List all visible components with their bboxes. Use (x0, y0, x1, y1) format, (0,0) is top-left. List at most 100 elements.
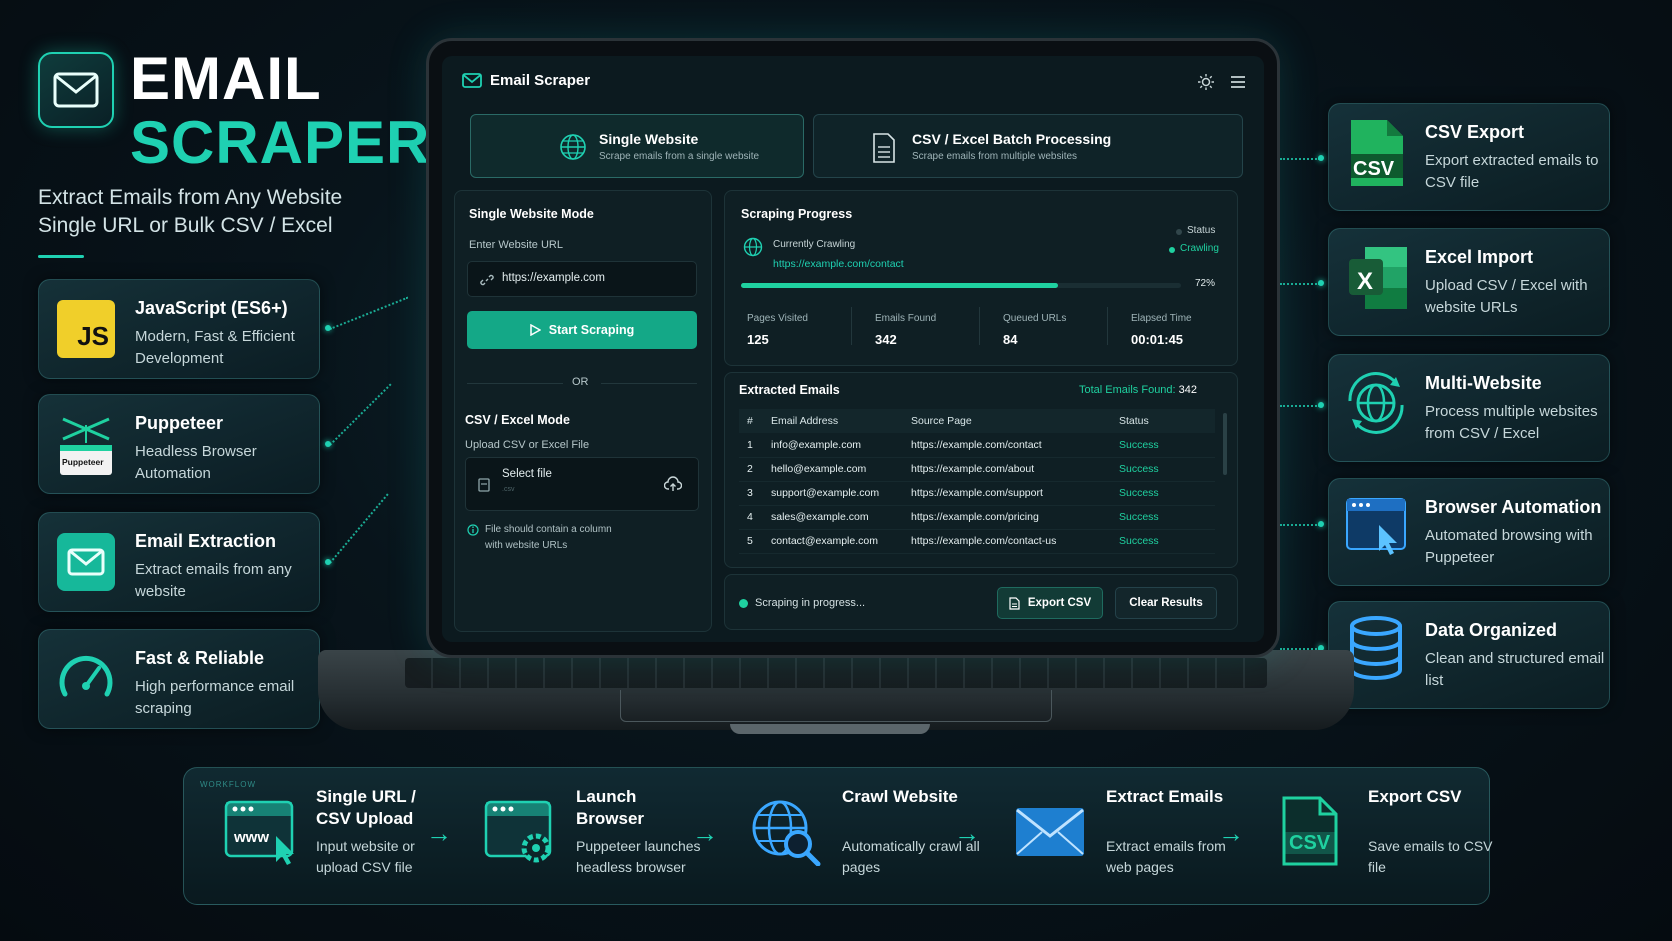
brand-title-line1: EMAIL (130, 45, 322, 112)
feature-desc: Export extracted emails to CSV file (1425, 152, 1599, 191)
connector-line (1280, 524, 1320, 526)
feature-desc: Modern, Fast & Efficient Development (135, 328, 295, 367)
browser-www-icon: www (224, 796, 298, 866)
input-panel: Single Website Mode Enter Website URL ht… (454, 190, 712, 632)
laptop-trackpad (620, 690, 1052, 722)
connector-line (1280, 283, 1320, 285)
status-value: Crawling (1180, 243, 1219, 254)
row-index: 2 (739, 457, 771, 482)
connector-line (1280, 405, 1320, 407)
js-icon: JS (57, 300, 115, 358)
accent-divider (38, 255, 84, 258)
arrow-right-icon: → (426, 818, 452, 848)
extracted-emails-panel: Extracted Emails Total Emails Found: 342… (724, 372, 1238, 568)
row-status: Success (1119, 505, 1215, 530)
app-logo (38, 52, 114, 128)
stat-label: Queued URLs (1003, 313, 1067, 324)
tab-title: CSV / Excel Batch Processing (912, 131, 1112, 147)
column-header: Status (1119, 409, 1215, 433)
workflow-step-upload: www Single URL / CSV Upload Input websit… (224, 786, 444, 886)
or-separator: OR (572, 376, 589, 388)
workflow-watermark: WORKFLOW (200, 780, 256, 789)
feature-card-multi-website: Multi-Website Process multiple websites … (1328, 354, 1610, 462)
file-upload-dropzone[interactable]: Select file .csv (465, 457, 699, 511)
row-status: Success (1119, 433, 1215, 458)
browser-gear-icon (484, 796, 558, 866)
column-header: # (739, 409, 771, 433)
sun-icon[interactable] (1198, 74, 1214, 90)
js-badge-text: JS (77, 321, 109, 351)
url-input[interactable]: https://example.com (467, 261, 697, 297)
table-row[interactable]: 5 contact@example.com https://example.co… (739, 529, 1215, 554)
workflow-step-title: Launch Browser (576, 787, 645, 828)
csv-file-icon: CSV (1347, 120, 1405, 186)
row-status: Success (1119, 481, 1215, 506)
feature-title: Data Organized (1425, 620, 1558, 640)
status-dot-active (1169, 247, 1175, 253)
status-dot-idle (1176, 229, 1182, 235)
database-icon (1347, 616, 1405, 680)
feature-title: Email Extraction (135, 531, 277, 551)
table-row[interactable]: 3 support@example.com https://example.co… (739, 481, 1215, 506)
feature-card-browser-automation: Browser Automation Automated browsing wi… (1328, 478, 1610, 586)
url-input-value: https://example.com (502, 272, 605, 284)
file-type-hint: .csv (502, 486, 515, 493)
tab-single-website[interactable]: Single Website Scrape emails from a sing… (470, 114, 804, 178)
stat-divider (851, 307, 852, 345)
app-title: Email Scraper (490, 72, 591, 89)
row-email: contact@example.com (771, 529, 911, 554)
browser-cursor-icon (1346, 498, 1406, 557)
stat-value: 125 (747, 332, 769, 347)
tab-subtitle: Scrape emails from multiple websites (912, 151, 1078, 162)
feature-card-csv-export: CSV CSV Export Export extracted emails t… (1328, 103, 1610, 211)
connector-dot (1318, 521, 1324, 527)
stat-elapsed-time: Elapsed Time 00:01:45 (1131, 313, 1192, 347)
puppeteer-badge-text: Puppeteer (62, 457, 104, 467)
file-icon (478, 478, 490, 492)
table-row[interactable]: 4 sales@example.com https://example.com/… (739, 505, 1215, 530)
tagline-line1: Extract Emails from Any Website (38, 186, 343, 209)
extracted-heading: Extracted Emails (739, 383, 840, 397)
laptop-keyboard (405, 658, 1267, 688)
row-status: Success (1119, 529, 1215, 554)
link-icon (480, 274, 494, 286)
feature-desc: High performance email scraping (135, 678, 295, 717)
emails-table: # Email Address Source Page Status 1 inf… (739, 409, 1215, 554)
workflow-step-title: Extract Emails (1106, 787, 1224, 806)
stat-label: Emails Found (875, 313, 937, 324)
start-scraping-button[interactable]: Start Scraping (467, 311, 697, 349)
export-csv-button[interactable]: Export CSV (997, 587, 1103, 619)
table-scrollbar[interactable] (1223, 413, 1227, 475)
table-row[interactable]: 2 hello@example.com https://example.com/… (739, 457, 1215, 482)
menu-icon[interactable] (1230, 75, 1246, 89)
file-info-line2: with website URLs (485, 540, 568, 551)
stat-value: 84 (1003, 332, 1018, 347)
row-email: hello@example.com (771, 457, 911, 482)
row-source: https://example.com/support (911, 481, 1119, 506)
feature-desc: Automated browsing with Puppeteer (1425, 527, 1593, 566)
tab-csv-batch[interactable]: CSV / Excel Batch Processing Scrape emai… (813, 114, 1243, 178)
stat-emails-found: Emails Found 342 (875, 313, 936, 347)
row-index: 4 (739, 505, 771, 530)
connector-dot (1318, 155, 1324, 161)
document-icon (1009, 596, 1020, 610)
feature-title: CSV Export (1425, 122, 1525, 142)
workflow-strip: www Single URL / CSV Upload Input websit… (183, 767, 1493, 905)
status-bar: Scraping in progress... Export CSV Clear… (724, 574, 1238, 630)
feature-card-email-extraction: Email Extraction Extract emails from any… (38, 512, 320, 612)
total-emails-label: Total Emails Found: (1079, 384, 1176, 396)
row-source: https://example.com/about (911, 457, 1119, 482)
feature-card-data-organized: Data Organized Clean and structured emai… (1328, 601, 1610, 709)
connector-line (329, 296, 409, 330)
workflow-step-title: Single URL / CSV Upload (316, 787, 416, 828)
envelope-icon (1014, 796, 1088, 866)
feature-desc: Headless Browser Automation (135, 443, 257, 482)
row-status: Success (1119, 457, 1215, 482)
csv-badge-text: CSV (1289, 832, 1331, 854)
clear-results-button[interactable]: Clear Results (1115, 587, 1217, 619)
table-row[interactable]: 1 info@example.com https://example.com/c… (739, 433, 1215, 458)
excel-icon: X (1347, 247, 1407, 309)
brand-tagline: Extract Emails from Any Website Single U… (38, 184, 342, 240)
file-info-line1: File should contain a column (485, 524, 612, 535)
progress-track (741, 283, 1181, 288)
